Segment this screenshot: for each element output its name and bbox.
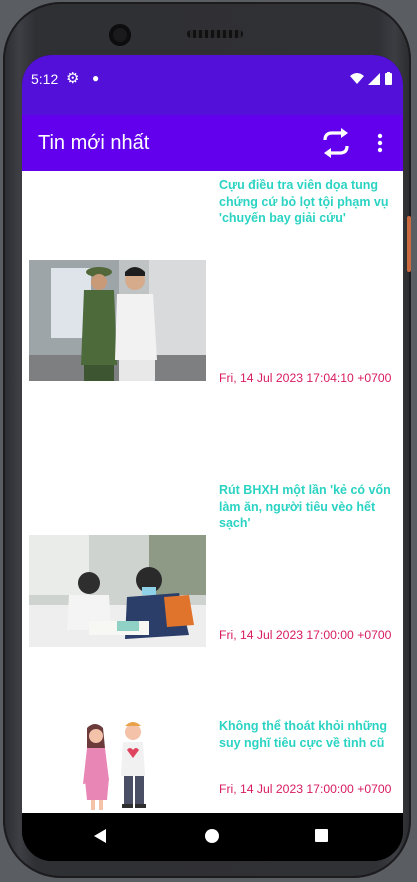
overflow-menu-button[interactable] <box>372 127 388 159</box>
notification-dot-icon: ● <box>92 71 100 85</box>
refresh-icon <box>323 128 349 158</box>
news-date: Fri, 14 Jul 2023 17:00:00 +0700 <box>219 782 392 796</box>
screen: 5:12 ⚙ ● Tin mới nhất Cựu điều tra viên … <box>22 55 403 861</box>
news-date: Fri, 14 Jul 2023 17:04:10 +0700 <box>219 371 392 385</box>
earpiece-speaker <box>187 30 243 38</box>
back-icon <box>94 829 106 843</box>
wifi-icon <box>350 73 364 84</box>
news-item[interactable]: Cựu điều tra viên dọa tung chứng cứ bỏ l… <box>22 171 403 473</box>
news-thumbnail <box>29 718 206 813</box>
news-thumbnail <box>29 260 206 381</box>
news-item[interactable]: Rút BHXH một lần 'kẻ có vốn làm ăn, ngườ… <box>22 472 403 711</box>
app-bar: Tin mới nhất <box>22 115 403 171</box>
signal-icon <box>368 73 380 85</box>
news-title: Không thể thoát khỏi những suy nghĩ tiêu… <box>219 719 388 750</box>
news-item[interactable]: Không thể thoát khỏi những suy nghĩ tiêu… <box>22 710 403 813</box>
news-thumbnail <box>29 535 206 647</box>
front-camera <box>109 24 131 46</box>
news-date: Fri, 14 Jul 2023 17:00:00 +0700 <box>219 628 392 642</box>
settings-gear-icon: ⚙ <box>66 70 80 87</box>
news-title: Cựu điều tra viên dọa tung chứng cứ bỏ l… <box>219 178 389 225</box>
status-icons <box>349 72 395 91</box>
recents-icon[interactable] <box>315 829 328 842</box>
status-time: 5:12 <box>31 71 59 87</box>
phone-frame: 5:12 ⚙ ● Tin mới nhất Cựu điều tra viên … <box>3 2 411 878</box>
overflow-menu-icon <box>377 133 383 153</box>
news-feed[interactable]: Cựu điều tra viên dọa tung chứng cứ bỏ l… <box>22 171 403 813</box>
refresh-button[interactable] <box>318 125 354 161</box>
battery-icon <box>385 72 392 85</box>
app-title: Tin mới nhất <box>38 132 150 154</box>
navigation-bar <box>22 813 403 861</box>
home-icon[interactable] <box>205 829 219 843</box>
back-button[interactable] <box>93 828 107 849</box>
power-button <box>407 216 411 272</box>
news-title: Rút BHXH một lần 'kẻ có vốn làm ăn, ngườ… <box>219 483 391 530</box>
status-bar: 5:12 ⚙ ● <box>22 55 403 115</box>
